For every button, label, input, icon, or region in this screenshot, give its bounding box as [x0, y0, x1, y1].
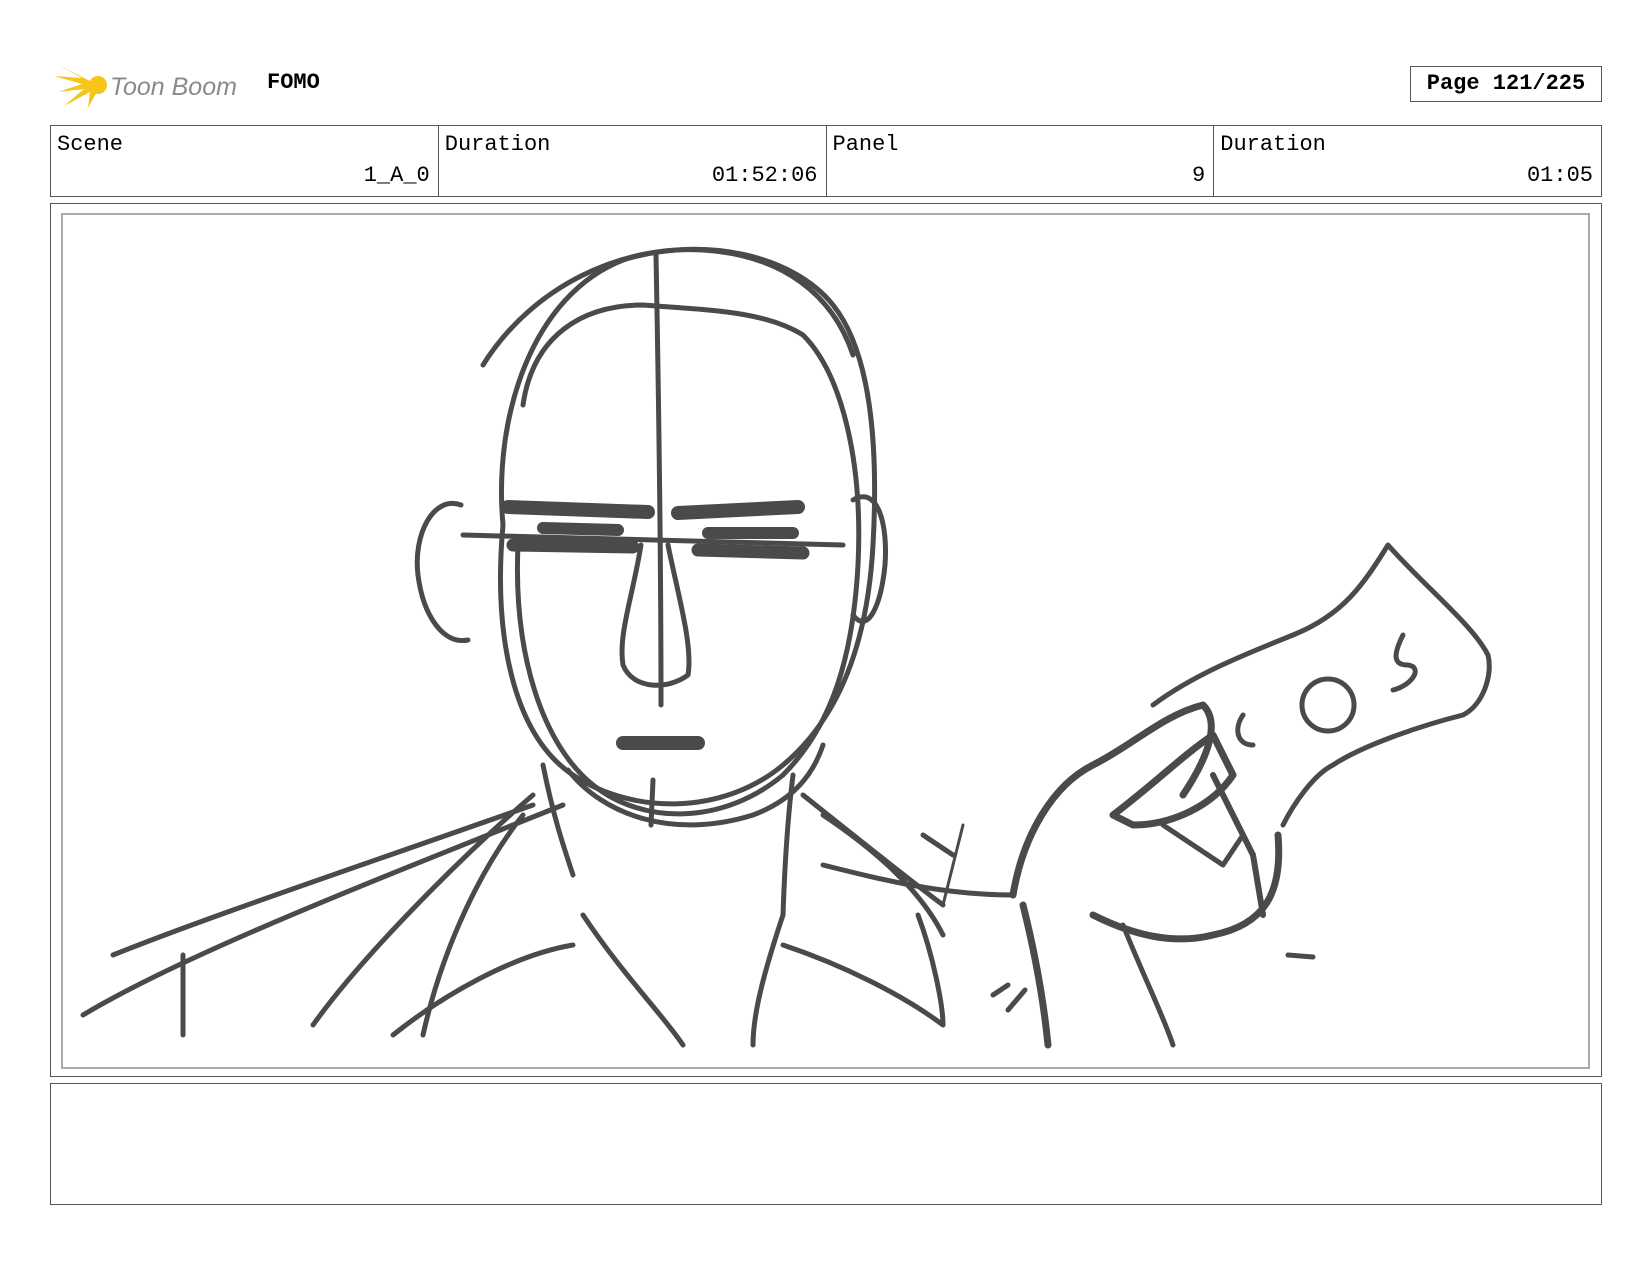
shoulder-left-2 — [80, 802, 566, 1018]
money-bill-seal — [1299, 676, 1357, 734]
face-centerline — [653, 252, 664, 708]
storyboard-panel — [50, 203, 1602, 1077]
motion-mark-3 — [1285, 952, 1316, 960]
panel-duration-cell: Duration 01:05 — [1214, 126, 1601, 196]
scene-duration-label: Duration — [444, 132, 551, 157]
collar-right — [750, 912, 786, 1048]
nose — [619, 542, 692, 688]
jacket-right — [780, 942, 946, 1028]
right-eyebrow — [671, 500, 805, 520]
left-eye-2 — [537, 522, 624, 536]
project-title: FOMO — [267, 70, 320, 95]
panel-drawing-area — [61, 213, 1590, 1069]
shoulder-left — [110, 802, 536, 958]
panel-value: 9 — [1192, 163, 1206, 188]
dollar-sign-1 — [1390, 632, 1418, 693]
left-ear — [414, 500, 471, 644]
collar-mid — [580, 912, 686, 1048]
left-eyebrow — [501, 500, 655, 519]
arm-line — [820, 862, 1016, 898]
panel-notes-box[interactable] — [50, 1083, 1602, 1205]
panel-label: Panel — [832, 132, 899, 157]
scene-duration-value: 01:52:06 — [711, 163, 818, 188]
scene-duration-cell: Duration 01:52:06 — [439, 126, 827, 196]
arm-line-2 — [920, 832, 956, 858]
scene-info-bar: Scene 1_A_0 Duration 01:52:06 Panel 9 Du… — [50, 125, 1602, 197]
shoulder-right-2 — [820, 812, 946, 938]
sketch-drawing — [80, 246, 1492, 1049]
jacket-left — [390, 942, 576, 1038]
motion-mark-1 — [990, 982, 1011, 998]
dollar-sign-2 — [1235, 712, 1256, 748]
hand-crease-2 — [1160, 822, 1246, 868]
hand-wrist — [1019, 901, 1052, 1049]
money-bill — [1150, 542, 1492, 828]
scene-value: 1_A_0 — [363, 163, 430, 188]
panel-duration-label: Duration — [1220, 132, 1326, 157]
neck-left — [540, 762, 576, 878]
hand-wrist-2 — [1120, 922, 1176, 1048]
hand-outline — [1009, 701, 1215, 899]
scene-cell: Scene 1_A_0 — [51, 126, 439, 196]
logo-text: Toon Boom — [110, 73, 237, 101]
panel-duration-value: 01:05 — [1526, 163, 1593, 188]
motion-mark-2 — [1005, 987, 1028, 1013]
toon-boom-logo: Toon Boom — [54, 58, 254, 112]
left-eye — [506, 538, 640, 554]
panel-cell: Panel 9 — [827, 126, 1215, 196]
page-number: Page 121/225 — [1410, 66, 1602, 102]
scene-label: Scene — [57, 132, 124, 157]
toon-boom-burst-icon — [54, 64, 107, 108]
chin-2 — [648, 777, 656, 828]
right-eye — [691, 543, 810, 560]
